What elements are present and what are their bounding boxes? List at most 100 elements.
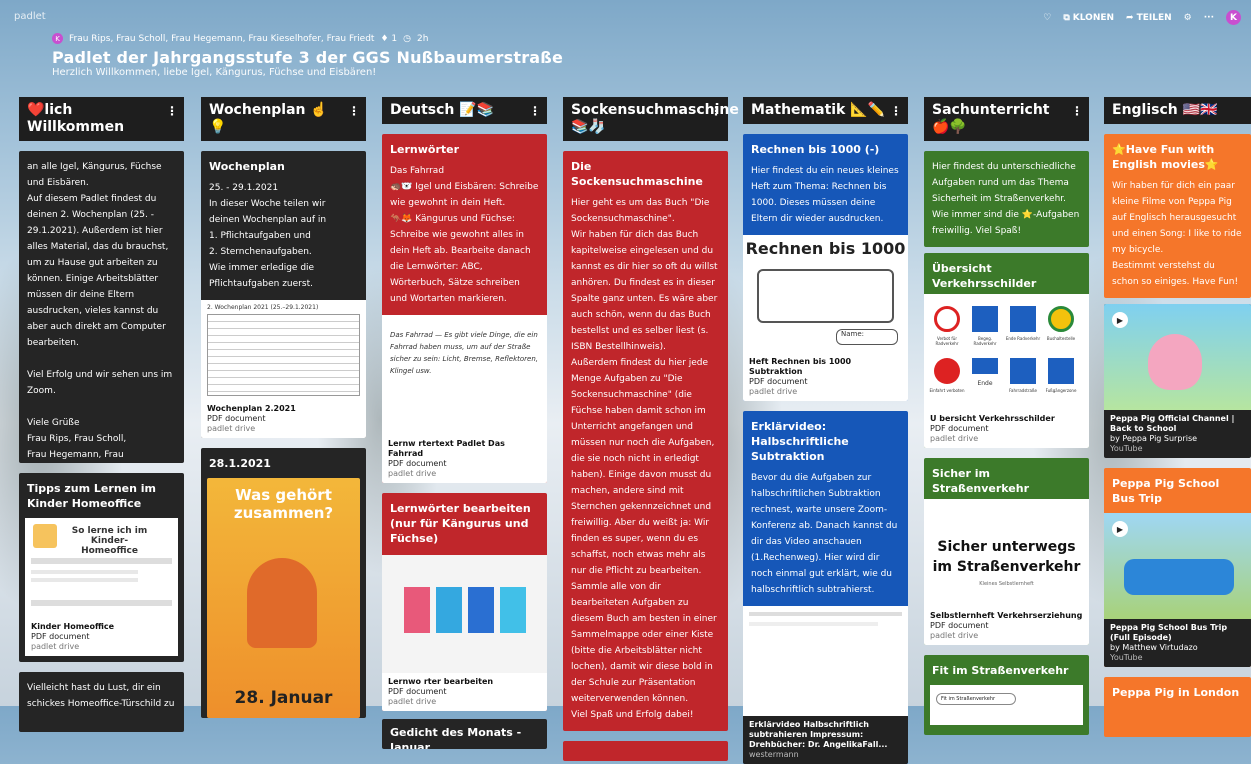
clone-label: KLONEN <box>1072 12 1115 23</box>
post-card[interactable] <box>563 741 728 761</box>
column-menu-icon[interactable]: ⋮ <box>1071 103 1083 120</box>
attachment-thumbnail[interactable]: Fit im Straßenverkehr <box>930 685 1083 725</box>
column-header: Sachunterricht 🍎🌳 ⋮ <box>924 97 1089 141</box>
column-menu-icon[interactable]: ⋮ <box>710 103 722 120</box>
post-title: ⭐Have Fun with English movies⭐ <box>1112 143 1219 171</box>
video-thumbnail: ▶ <box>1104 304 1251 410</box>
post-title: Lernwörter <box>390 143 460 156</box>
sign-bike-street <box>1010 358 1036 384</box>
post-card[interactable]: 28.1.2021 Was gehört zusammen? 28. Janua… <box>201 448 366 718</box>
post-card[interactable]: an alle Igel, Kängurus, Füchse und Eisbä… <box>19 151 184 463</box>
sign-label: Fußgängerzone <box>1045 388 1077 393</box>
share-button[interactable]: ➦ TEILEN <box>1126 13 1172 23</box>
attachment-name: Peppa Pig School Bus Trip (Full Episode) <box>1110 623 1228 642</box>
authors-text: Frau Rips, Frau Scholl, Frau Hegemann, F… <box>69 33 375 44</box>
time-ago: 2h <box>416 33 429 44</box>
plan-table <box>207 314 360 396</box>
post-body: Bevor du die Aufgaben zur halbschriftlic… <box>751 473 898 595</box>
post-title: 28.1.2021 <box>209 457 271 470</box>
author-avatar: K <box>52 33 63 44</box>
heart-icon[interactable]: ♡ <box>1043 13 1051 23</box>
play-icon[interactable]: ▶ <box>1112 521 1128 537</box>
attachment-preview[interactable]: Rechnen bis 1000 Name: Heft Rechnen bis … <box>743 235 908 401</box>
post-card[interactable]: Lernwörter Das Fahrrad 🦔🐻‍❄️ Igel und Ei… <box>382 134 547 483</box>
page-subtitle: Herzlich Willkommen, liebe Igel, Känguru… <box>52 67 377 78</box>
post-card[interactable]: Erklärvideo: Halbschriftliche Subtraktio… <box>743 411 908 764</box>
column-title: Englisch 🇺🇸🇬🇧 <box>1112 102 1218 118</box>
column-menu-icon[interactable]: ⋮ <box>348 103 360 120</box>
column-menu-icon[interactable]: ⋮ <box>166 103 178 120</box>
attachment-source: padlet drive <box>930 631 979 640</box>
attachment-preview[interactable]: Sicher unterwegs im Straßenverkehr Klein… <box>924 499 1089 645</box>
brand-logo[interactable]: padlet <box>14 11 46 22</box>
more-menu-button[interactable]: ··· <box>1204 13 1214 23</box>
attachment-preview[interactable]: Das Fahrrad — Es gibt viele Dinge, die e… <box>382 315 547 483</box>
post-card[interactable]: Sicher im Straßenverkehr Sicher unterweg… <box>924 458 1089 645</box>
gear-icon[interactable]: ⚙ <box>1184 13 1192 23</box>
post-card[interactable]: Vielleicht hast du Lust, dir ein schicke… <box>19 672 184 732</box>
clone-button[interactable]: ⧉ KLONEN <box>1063 13 1114 23</box>
thumbnail-heading: Sicher unterwegs im Straßenverkehr <box>932 539 1081 575</box>
video-preview[interactable]: ▶ Peppa Pig Official Channel | Back to S… <box>1104 304 1251 458</box>
post-title: Wochenplan <box>209 160 285 173</box>
post-card[interactable]: Rechnen bis 1000 (-) Hier findest du ein… <box>743 134 908 401</box>
play-icon[interactable]: ▶ <box>1112 312 1128 328</box>
attachment-thumbnail: Das Fahrrad — Es gibt viele Dinge, die e… <box>382 315 547 435</box>
column-menu-icon[interactable]: ⋮ <box>529 103 541 120</box>
column-menu-icon[interactable]: ⋮ <box>890 103 902 120</box>
attachment-thumbnail: Sicher unterwegs im Straßenverkehr Klein… <box>924 499 1089 607</box>
attachment-source: padlet drive <box>930 434 979 443</box>
column-title: Mathematik 📐✏️ <box>751 102 886 118</box>
post-card[interactable]: Hier findest du unterschiedliche Aufgabe… <box>924 151 1089 247</box>
user-avatar[interactable]: K <box>1226 10 1241 25</box>
number-drawing <box>757 269 894 323</box>
post-card[interactable]: Fit im Straßenverkehr Fit im Straßenverk… <box>924 655 1089 735</box>
post-card[interactable]: Wochenplan 25. - 29.1.2021 In dieser Woc… <box>201 151 366 438</box>
post-card[interactable]: Gedicht des Monats - Januar <box>382 719 547 749</box>
thumbnail-text: Das Fahrrad — Es gibt viele Dinge, die e… <box>390 331 539 375</box>
column-header: Mathematik 📐✏️ ⋮ <box>743 97 908 124</box>
attachment-type: PDF document <box>388 687 447 696</box>
column-title: Deutsch 📝📚 <box>390 102 495 118</box>
post-card[interactable]: ▶ Peppa Pig Official Channel | Back to S… <box>1104 304 1251 458</box>
top-bar: padlet ♡ ⧉ KLONEN ➦ TEILEN ⚙ ··· K <box>0 0 1251 26</box>
likes-count[interactable]: ♦ 1 <box>380 34 397 44</box>
sign-label: Verbot für Radverkehr <box>935 336 959 346</box>
post-card[interactable]: Übersicht Verkehrsschilder Verbot für Ra… <box>924 253 1089 448</box>
attachment-preview[interactable]: Verbot für Radverkehr Begeg. Radverkehr … <box>924 294 1089 448</box>
attachment-preview[interactable]: 2. Wochenplan 2021 (25.–29.1.2021) Woche… <box>201 300 366 438</box>
sign-pedestrian-zone <box>1048 358 1074 384</box>
post-card[interactable]: Lernwörter bearbeiten (nur für Kängurus … <box>382 493 547 711</box>
post-body: Hier findest du unterschiedliche Aufgabe… <box>932 162 1080 236</box>
post-card[interactable]: Tipps zum Lernen im Kinder Homeoffice So… <box>19 473 184 662</box>
attachment-source: westermann <box>749 750 799 759</box>
mouse-illustration <box>247 558 317 648</box>
post-card[interactable]: ⭐Have Fun with English movies⭐ Wir haben… <box>1104 134 1251 298</box>
thumbnail-subheading: Kleines Selbstlernheft <box>979 581 1034 587</box>
column-title: Sachunterricht 🍎🌳 <box>932 102 1050 135</box>
post-title: Die Sockensuchmaschine <box>571 160 703 188</box>
post-card[interactable]: Peppa Pig in London <box>1104 677 1251 737</box>
column-mathematik: Mathematik 📐✏️ ⋮ Rechnen bis 1000 (-) Hie… <box>743 97 908 764</box>
video-preview[interactable]: Erklärvideo Halbschriftlich subtrahieren… <box>743 606 908 764</box>
sign-label: Begeg. Radverkehr <box>973 336 997 346</box>
column-header: Englisch 🇺🇸🇬🇧 <box>1104 97 1251 124</box>
post-title: Rechnen bis 1000 (-) <box>751 143 880 156</box>
sign-bike-path-end <box>1010 306 1036 332</box>
post-title: Lernwörter bearbeiten (nur für Kängurus … <box>390 502 531 545</box>
post-body: Vielleicht hast du Lust, dir ein schicke… <box>27 683 175 709</box>
padlet-meta: K Frau Rips, Frau Scholl, Frau Hegemann,… <box>52 33 428 44</box>
video-preview[interactable]: ▶ Peppa Pig School Bus Trip (Full Episod… <box>1104 513 1251 667</box>
attachment-type: PDF document <box>388 459 447 468</box>
attachment-preview[interactable]: Lernwo rter bearbeiten PDF document padl… <box>382 555 547 711</box>
attachment-thumbnail: So lerne ich im Kinder-Homeoffice <box>25 518 178 618</box>
post-card[interactable]: Die Sockensuchmaschine Hier geht es um d… <box>563 151 728 731</box>
sign-bike-path <box>972 306 998 332</box>
attachment-source: YouTube <box>1110 653 1143 662</box>
attachment-preview[interactable]: So lerne ich im Kinder-Homeoffice Kinder… <box>25 518 178 656</box>
attachment-type: by Peppa Pig Surprise <box>1110 434 1198 443</box>
column-title: ❤️lich Willkommen <box>27 102 125 135</box>
post-card[interactable]: Peppa Pig School Bus Trip ▶ Peppa Pig Sc… <box>1104 468 1251 667</box>
post-title: Erklärvideo: Halbschriftliche Subtraktio… <box>751 420 849 463</box>
calendar-image[interactable]: Was gehört zusammen? 28. Januar <box>207 478 360 718</box>
